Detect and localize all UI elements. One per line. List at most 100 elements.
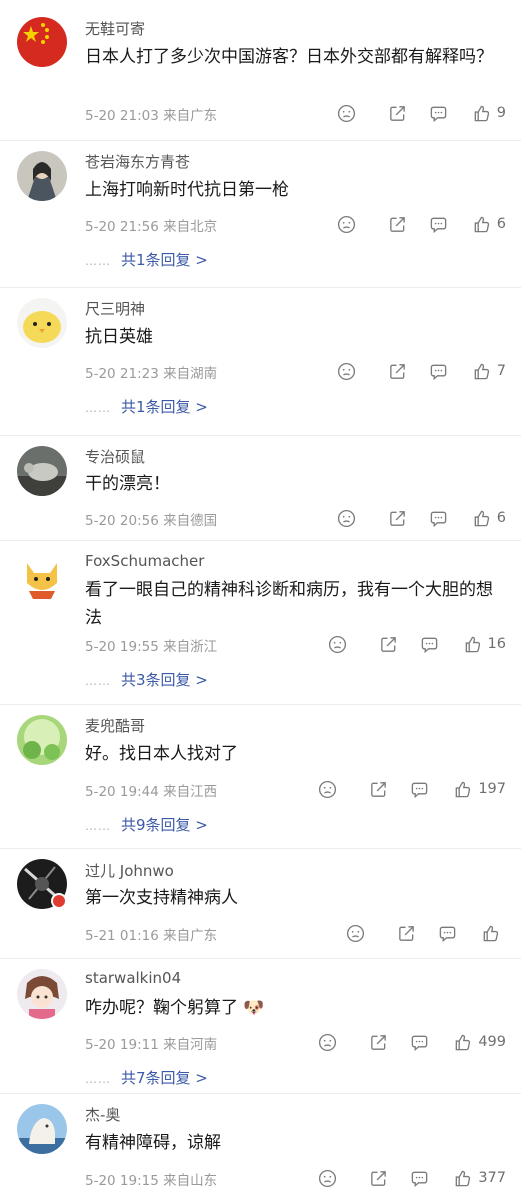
comment-actions: 197 bbox=[318, 778, 506, 800]
dislike-button[interactable] bbox=[337, 215, 356, 234]
reply-button[interactable] bbox=[429, 509, 448, 528]
comment-item: 麦兜酷哥 好。找日本人找对了 5-20 19:44 来自江西 197 …… 共9条… bbox=[0, 705, 521, 849]
like-icon bbox=[455, 1034, 471, 1050]
like-button[interactable]: 6 bbox=[472, 215, 506, 234]
share-icon bbox=[399, 925, 414, 941]
comment-meta: 5-20 19:44 来自江西 bbox=[85, 780, 217, 800]
comment-text: 看了一眼自己的精神科诊断和病历，我有一个大胆的想法 bbox=[85, 580, 493, 628]
like-button[interactable]: 7 bbox=[472, 362, 506, 381]
like-icon bbox=[474, 510, 489, 526]
reply-icon bbox=[421, 637, 437, 653]
like-icon bbox=[474, 216, 489, 232]
share-icon bbox=[371, 1034, 387, 1050]
location: 来自广东 bbox=[163, 108, 218, 124]
reply-button[interactable] bbox=[429, 362, 448, 381]
reply-dots: …… bbox=[85, 401, 111, 415]
dislike-button[interactable] bbox=[328, 635, 347, 654]
timestamp: 5-20 19:44 bbox=[85, 784, 159, 800]
timestamp: 5-20 21:56 bbox=[85, 219, 159, 235]
username[interactable]: 苍岩海东方青苍 bbox=[85, 151, 190, 172]
comment-actions: 499 bbox=[318, 1031, 506, 1053]
like-count: 9 bbox=[496, 105, 506, 121]
username[interactable]: 麦兜酷哥 bbox=[85, 715, 145, 736]
like-count: 197 bbox=[478, 781, 506, 797]
dislike-button[interactable] bbox=[346, 924, 365, 943]
share-icon bbox=[380, 636, 396, 652]
dislike-icon bbox=[319, 780, 337, 798]
like-count: 7 bbox=[496, 363, 506, 379]
avatar[interactable] bbox=[17, 151, 67, 201]
like-icon bbox=[455, 781, 471, 797]
username[interactable]: FoxSchumacher bbox=[85, 552, 204, 570]
comment-actions: 7 bbox=[337, 360, 506, 382]
reply-count-label: 共1条回复 > bbox=[121, 398, 208, 416]
dislike-button[interactable] bbox=[337, 362, 356, 381]
comment-meta: 5-20 20:56 来自德国 bbox=[85, 509, 217, 529]
comment-text: 咋办呢？鞠个躬算了 🐶 bbox=[85, 994, 505, 1022]
share-button[interactable] bbox=[388, 215, 407, 234]
share-button[interactable] bbox=[388, 509, 407, 528]
view-replies-link[interactable]: …… 共1条回复 > bbox=[85, 249, 208, 270]
share-button[interactable] bbox=[369, 1169, 388, 1188]
reply-button[interactable] bbox=[429, 215, 448, 234]
share-button[interactable] bbox=[379, 635, 398, 654]
dislike-button[interactable] bbox=[337, 104, 356, 123]
view-replies-link[interactable]: …… 共3条回复 > bbox=[85, 669, 208, 690]
share-button[interactable] bbox=[369, 1033, 388, 1052]
dislike-icon bbox=[319, 1169, 337, 1187]
share-icon bbox=[371, 1170, 387, 1186]
reply-button[interactable] bbox=[420, 635, 439, 654]
share-button[interactable] bbox=[369, 780, 388, 799]
username[interactable]: 无鞋可寄 bbox=[85, 18, 145, 39]
avatar[interactable] bbox=[17, 1104, 67, 1154]
comment-actions: 6 bbox=[337, 213, 506, 235]
avatar[interactable] bbox=[17, 969, 67, 1019]
view-replies-link[interactable]: …… 共1条回复 > bbox=[85, 396, 208, 417]
like-button[interactable]: 499 bbox=[453, 1033, 506, 1052]
avatar[interactable] bbox=[17, 715, 67, 765]
avatar[interactable] bbox=[17, 446, 67, 496]
reply-button[interactable] bbox=[438, 924, 457, 943]
reply-button[interactable] bbox=[410, 1169, 429, 1188]
comment-text-content: 咋办呢？鞠个躬算了 bbox=[85, 998, 238, 1018]
username[interactable]: 杰-奥 bbox=[85, 1104, 120, 1125]
avatar[interactable] bbox=[17, 17, 67, 67]
username[interactable]: 尺三明神 bbox=[85, 298, 145, 319]
dislike-button[interactable] bbox=[318, 780, 337, 799]
comment-item: 专治硕鼠 干的漂亮！ 5-20 20:56 来自德国 6 bbox=[0, 436, 521, 541]
dislike-icon bbox=[337, 509, 355, 527]
like-button[interactable] bbox=[481, 924, 506, 943]
like-button[interactable]: 197 bbox=[453, 780, 506, 799]
comment-item: FoxSchumacher 看了一眼自己的精神科诊断和病历，我有一个大胆的想法 … bbox=[0, 541, 521, 705]
share-button[interactable] bbox=[388, 104, 407, 123]
view-replies-link[interactable]: …… 共7条回复 > bbox=[85, 1067, 208, 1088]
comment-meta: 5-20 21:56 来自北京 bbox=[85, 215, 217, 235]
like-button[interactable]: 6 bbox=[472, 509, 506, 528]
avatar[interactable] bbox=[17, 551, 67, 601]
timestamp: 5-20 19:15 bbox=[85, 1173, 159, 1189]
like-button[interactable]: 16 bbox=[463, 635, 506, 654]
comment-text: 上海打响新时代抗日第一枪 bbox=[85, 180, 289, 200]
username[interactable]: 专治硕鼠 bbox=[85, 446, 145, 467]
share-button[interactable] bbox=[397, 924, 416, 943]
comment-meta: 5-20 19:15 来自山东 bbox=[85, 1169, 217, 1189]
view-replies-link[interactable]: …… 共9条回复 > bbox=[85, 814, 208, 835]
dislike-button[interactable] bbox=[318, 1169, 337, 1188]
like-button[interactable]: 9 bbox=[472, 104, 506, 123]
share-icon bbox=[371, 781, 387, 797]
share-button[interactable] bbox=[388, 362, 407, 381]
avatar[interactable] bbox=[17, 298, 67, 348]
like-icon bbox=[474, 105, 489, 121]
reply-button[interactable] bbox=[410, 1033, 429, 1052]
comment-text: 抗日英雄 bbox=[85, 327, 153, 347]
username[interactable]: 过儿 Johnwo bbox=[85, 860, 174, 881]
dislike-icon bbox=[337, 104, 355, 122]
dislike-button[interactable] bbox=[337, 509, 356, 528]
reply-button[interactable] bbox=[410, 780, 429, 799]
timestamp: 5-20 19:11 bbox=[85, 1037, 159, 1053]
reply-button[interactable] bbox=[429, 104, 448, 123]
like-button[interactable]: 377 bbox=[453, 1169, 506, 1188]
username[interactable]: starwalkin04 bbox=[85, 969, 181, 987]
dislike-button[interactable] bbox=[318, 1033, 337, 1052]
reply-count-label: 共7条回复 > bbox=[121, 1069, 208, 1087]
